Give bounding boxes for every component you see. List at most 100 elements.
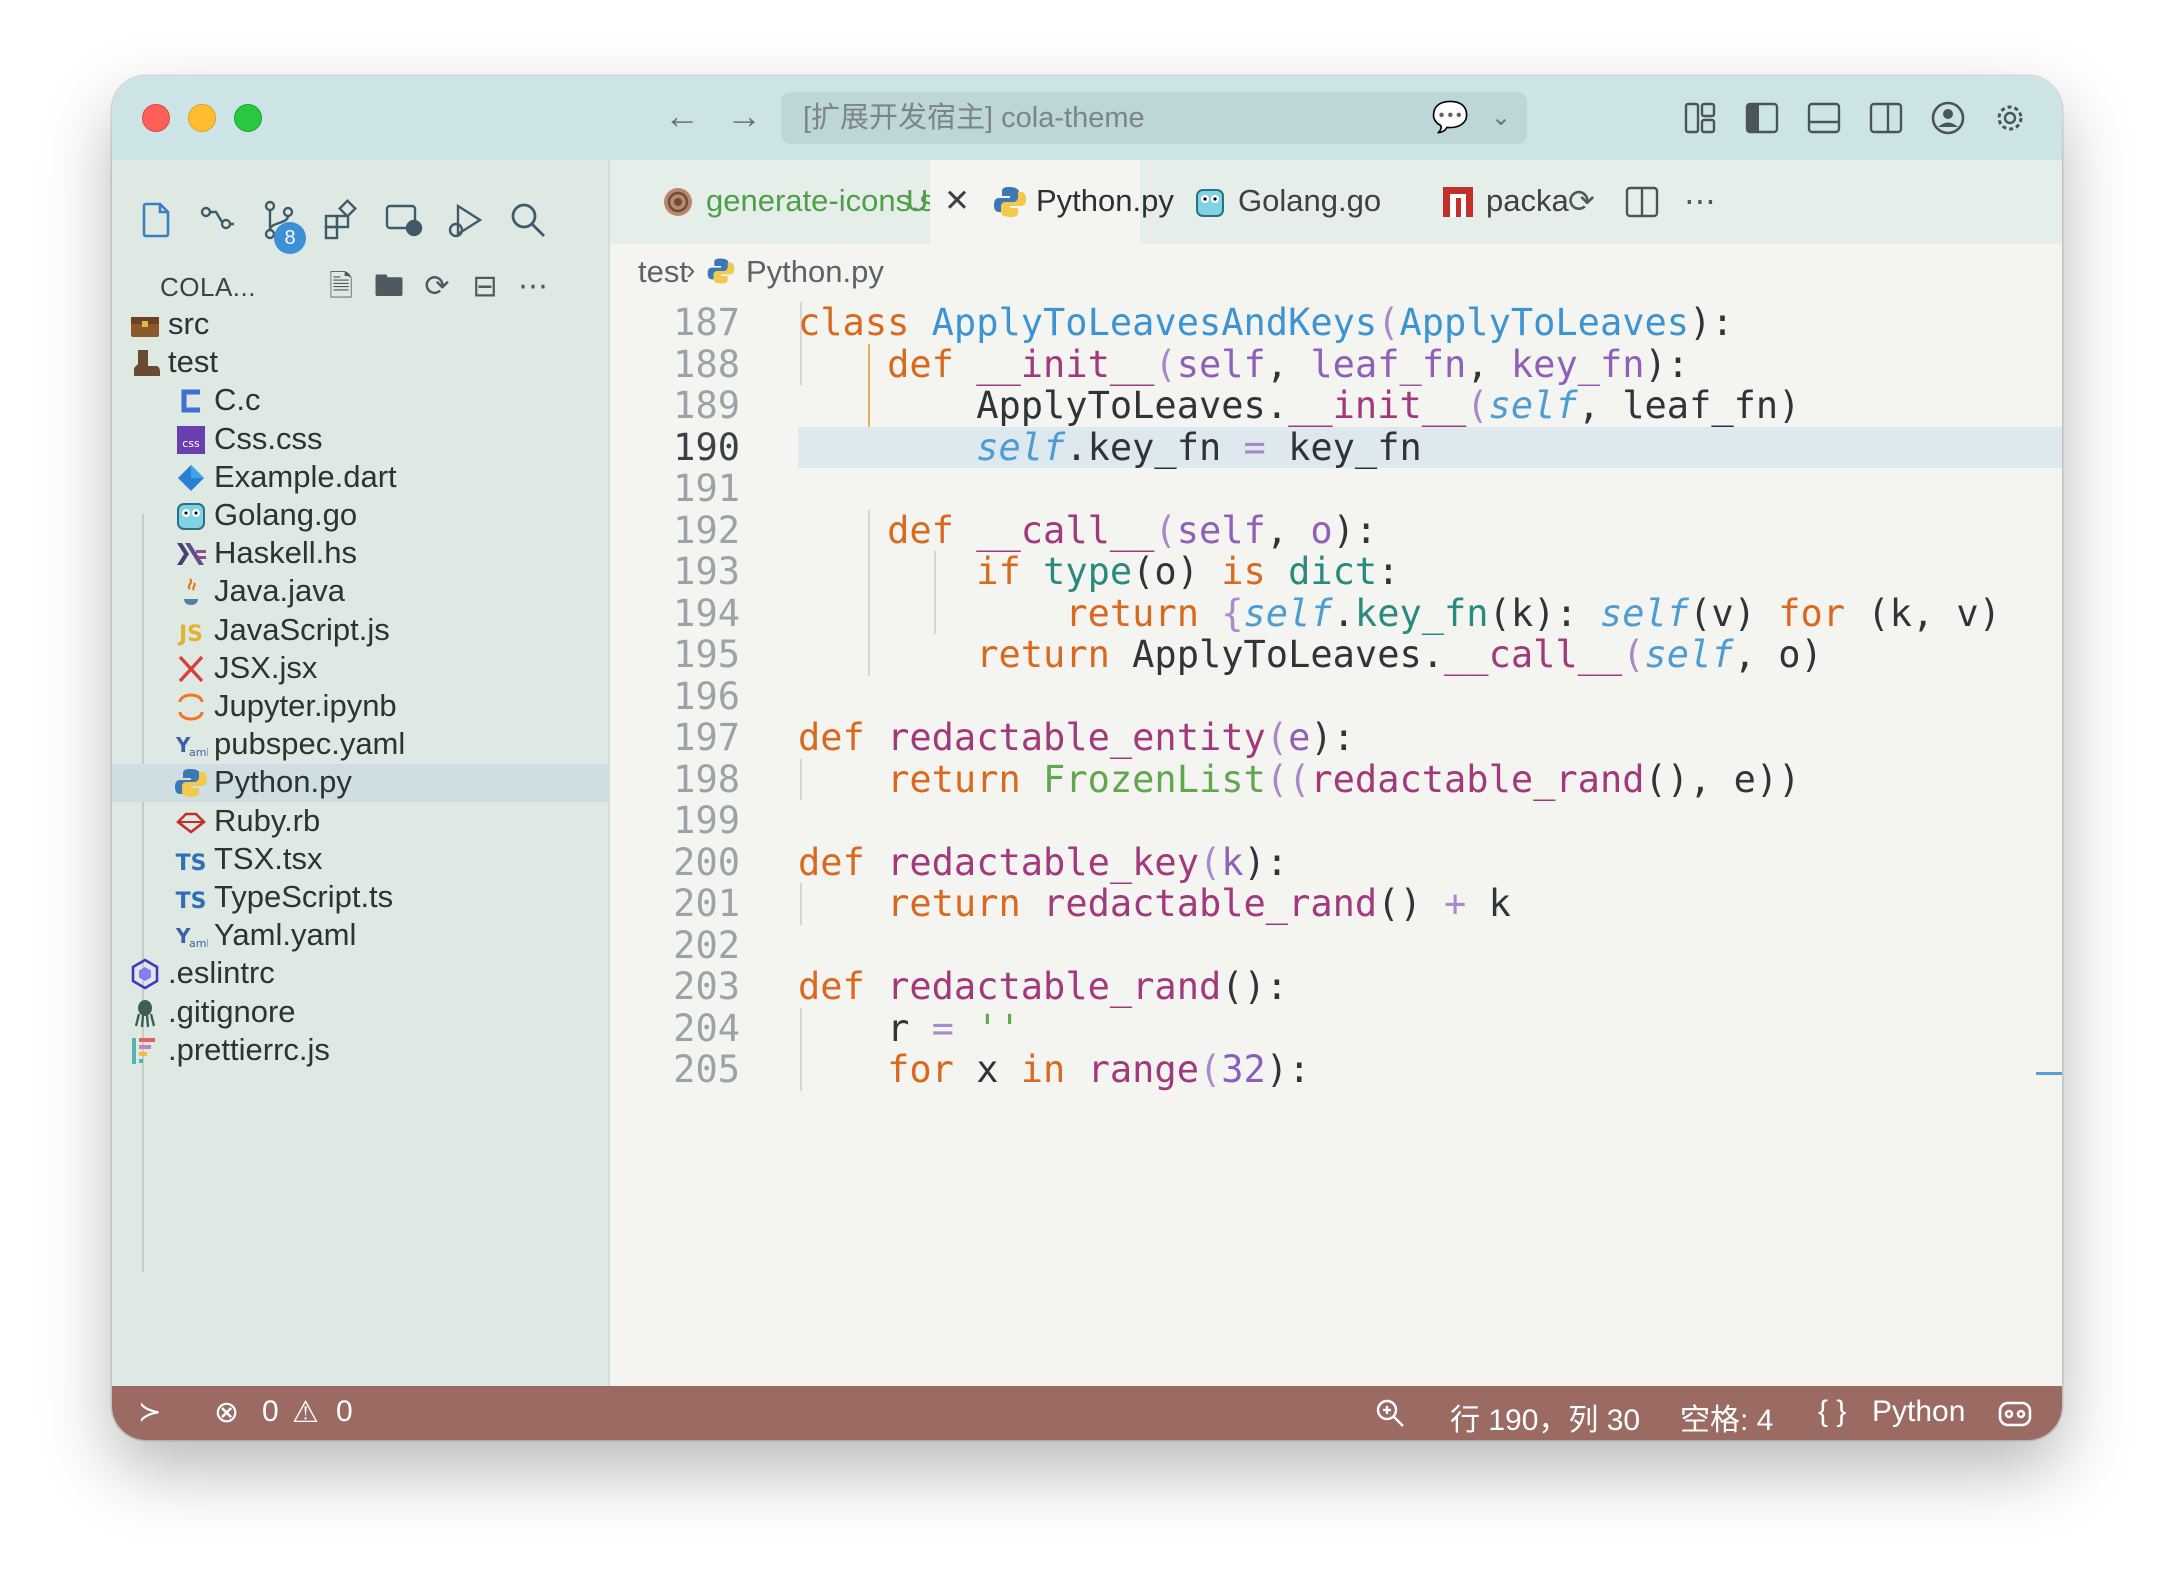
code-token: .key_fn xyxy=(1065,425,1244,469)
tree-item[interactable]: C.c xyxy=(112,382,608,420)
close-tab-icon[interactable]: ✕ xyxy=(944,183,970,219)
tree-item[interactable]: css Css.css xyxy=(112,421,608,459)
tab-label: packa xyxy=(1486,183,1569,218)
more-actions-icon[interactable]: ⋯ xyxy=(1684,182,1716,220)
chat-icon[interactable]: 💬 xyxy=(1432,92,1469,144)
line-number: 200 xyxy=(673,840,740,884)
remote-explorer-icon[interactable] xyxy=(382,198,426,242)
tab-package[interactable]: packa xyxy=(1400,160,1569,244)
forward-arrow-icon[interactable]: → xyxy=(726,96,762,136)
warning-icon[interactable]: ⚠ xyxy=(292,1395,319,1430)
code-token: redactable_rand xyxy=(1310,757,1645,801)
tree-item[interactable]: Ruby.rb xyxy=(112,803,608,841)
tree-item-label: .gitignore xyxy=(168,993,296,1029)
tree-item[interactable]: .gitignore xyxy=(112,994,608,1032)
line-number: 202 xyxy=(673,923,740,967)
more-actions-icon[interactable]: ⋯ xyxy=(514,268,552,306)
zoom-window-button[interactable] xyxy=(234,104,262,132)
code-token: self xyxy=(1488,384,1578,427)
breadcrumb-file[interactable]: Python.py xyxy=(746,254,884,290)
toggle-primary-sidebar-icon[interactable] xyxy=(1742,98,1782,138)
code-editor[interactable]: 187 class ApplyToLeavesAndKeys(ApplyToLea… xyxy=(610,302,2062,1386)
tree-item[interactable]: Python.py xyxy=(112,764,608,803)
code-token: 32 xyxy=(1221,1048,1266,1091)
code-line: def redactable_rand(): xyxy=(798,966,1288,1008)
toggle-secondary-sidebar-icon[interactable] xyxy=(1866,98,1906,138)
code-token: . xyxy=(1332,591,1355,635)
yaml-icon: Yaml xyxy=(175,733,208,759)
tree-item[interactable]: TS TypeScript.ts xyxy=(112,879,608,917)
indentation[interactable]: 空格: 4 xyxy=(1680,1395,1773,1439)
tree-item[interactable]: Golang.go xyxy=(112,497,608,535)
source-control-graph-icon[interactable] xyxy=(196,198,240,242)
new-folder-icon[interactable]: 🖿 xyxy=(370,268,408,306)
tree-item[interactable]: TS TSX.tsx xyxy=(112,841,608,879)
code-token: ( xyxy=(1199,1048,1222,1091)
new-file-icon[interactable]: 🗎 xyxy=(322,268,360,306)
account-icon[interactable] xyxy=(1928,98,1968,138)
gear-icon[interactable] xyxy=(1990,98,2030,138)
tree-item[interactable]: JSX.jsx xyxy=(112,650,608,688)
tree-item[interactable]: Yaml pubspec.yaml xyxy=(112,726,608,764)
errors-icon[interactable]: ⊗ xyxy=(214,1395,239,1430)
code-line: def redactable_key(k): xyxy=(798,841,1288,884)
tree-item[interactable]: Jupyter.ipynb xyxy=(112,688,608,726)
tree-item[interactable]: .eslintrc xyxy=(112,955,608,993)
svg-text:TS: TS xyxy=(176,851,207,876)
language-mode[interactable]: Python xyxy=(1872,1395,1965,1429)
line-number: 187 xyxy=(673,302,740,344)
cursor-position[interactable]: 行 190，列 30 xyxy=(1450,1395,1640,1439)
code-line: return redactable_rand() + k xyxy=(798,883,1511,925)
tree-item[interactable]: JS JavaScript.js xyxy=(112,612,608,650)
tree-item[interactable]: Example.dart xyxy=(112,459,608,497)
tree-item[interactable]: test xyxy=(112,344,608,382)
tree-item-label: .eslintrc xyxy=(168,955,275,991)
tree-item[interactable]: .prettierrc.js xyxy=(112,1032,608,1070)
line-number: 197 xyxy=(673,716,740,759)
tree-item[interactable]: Java.java xyxy=(112,573,608,611)
error-count[interactable]: 0 xyxy=(262,1395,279,1429)
tree-item[interactable]: Yaml Yaml.yaml xyxy=(112,917,608,955)
refresh-icon[interactable]: ⟳ xyxy=(418,268,456,306)
warning-count[interactable]: 0 xyxy=(336,1395,353,1429)
run-debug-icon[interactable] xyxy=(444,198,488,242)
breadcrumb-folder[interactable]: test xyxy=(638,254,688,290)
tree-item[interactable]: src xyxy=(112,306,608,344)
code-token: self xyxy=(1176,508,1266,552)
copilot-icon[interactable] xyxy=(1996,1395,2034,1431)
code-token: (k, v) xyxy=(1867,591,2001,635)
code-token: def xyxy=(798,965,888,1008)
code-token: return xyxy=(1065,591,1222,635)
line-number: 192 xyxy=(673,508,740,552)
tab-golang[interactable]: Golang.go xyxy=(1140,160,1400,244)
zoom-icon[interactable] xyxy=(1374,1397,1406,1429)
line-number: 196 xyxy=(673,674,740,718)
split-editor-icon[interactable] xyxy=(1622,182,1662,222)
ruby-icon xyxy=(176,812,206,834)
code-token: , xyxy=(1265,508,1311,552)
back-arrow-icon[interactable]: ← xyxy=(664,96,700,136)
collapse-all-icon[interactable]: ⊟ xyxy=(466,268,504,306)
customize-layout-icon[interactable] xyxy=(1680,98,1720,138)
close-window-button[interactable] xyxy=(142,104,170,132)
search-icon[interactable] xyxy=(506,198,550,242)
explorer-icon[interactable] xyxy=(134,198,178,242)
tab-label: Golang.go xyxy=(1238,183,1382,218)
code-token: (k): xyxy=(1488,591,1600,635)
tab-generate-icons[interactable]: generate-icons.sh U xyxy=(610,160,952,244)
timeline-icon[interactable]: ⟳ xyxy=(1568,182,1595,220)
extensions-icon[interactable] xyxy=(320,198,364,242)
minimize-window-button[interactable] xyxy=(188,104,216,132)
git-icon xyxy=(134,999,156,1027)
chevron-down-icon[interactable]: ⌄ xyxy=(1491,92,1511,144)
folder-chest-icon xyxy=(131,317,159,337)
remote-indicator-icon[interactable]: ≻ xyxy=(138,1395,161,1428)
toggle-panel-icon[interactable] xyxy=(1804,98,1844,138)
tree-item-label: Css.css xyxy=(214,420,323,456)
tree-item[interactable]: Haskell.hs xyxy=(112,535,608,573)
tab-python[interactable]: ✕ Python.py xyxy=(930,160,1174,244)
command-center[interactable]: [扩展开发宿主] cola-theme 💬 ⌄ xyxy=(781,92,1527,144)
code-token: ( xyxy=(1622,633,1645,676)
tree-item-label: Haskell.hs xyxy=(214,535,357,571)
